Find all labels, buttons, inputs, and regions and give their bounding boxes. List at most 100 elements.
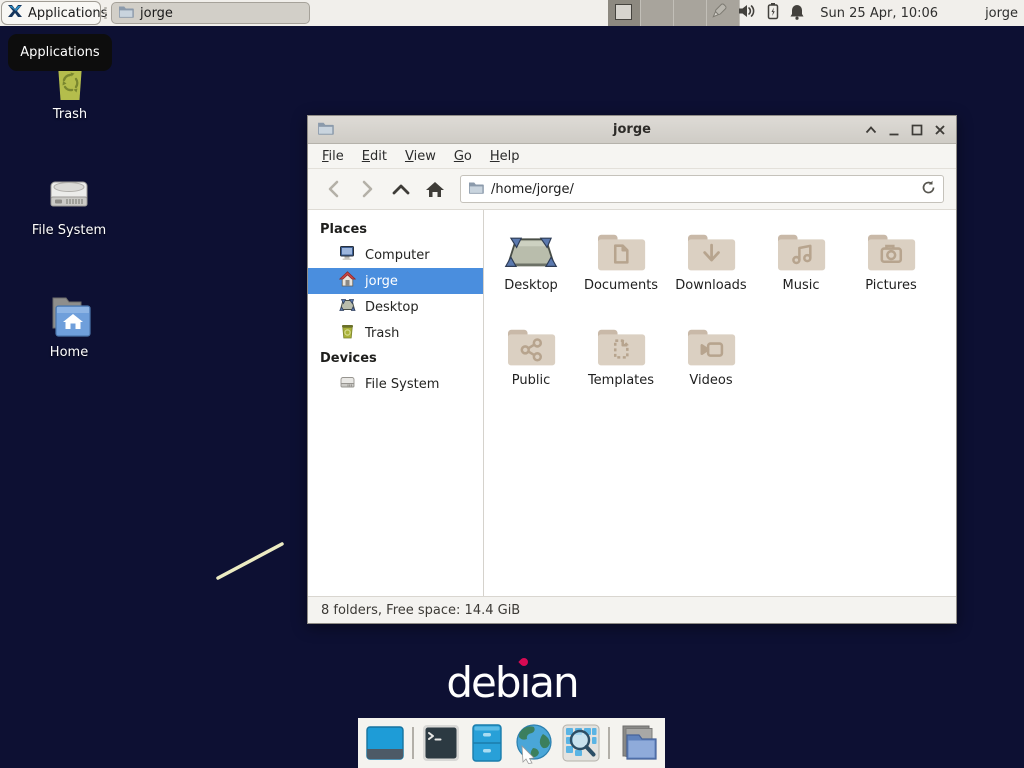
system-tray: Sun 25 Apr, 10:06 jorge xyxy=(709,0,1020,26)
workspace-1[interactable] xyxy=(608,0,641,26)
panel-clock[interactable]: Sun 25 Apr, 10:06 xyxy=(820,6,938,21)
file-item-label: Downloads xyxy=(666,278,756,293)
top-panel: Applications jorge xyxy=(0,0,1024,26)
dock-separator xyxy=(412,727,414,759)
file-item-label: Music xyxy=(756,278,846,293)
globe-browser-icon xyxy=(513,722,555,764)
debian-logo-i-swirl: ı xyxy=(520,658,530,707)
app-finder-button[interactable] xyxy=(560,722,601,764)
up-button[interactable] xyxy=(386,174,416,204)
terminal-icon xyxy=(421,723,461,763)
desktop-icon-label: File System xyxy=(27,223,111,238)
window-content: Places Computer xyxy=(308,210,956,596)
hard-drive-icon xyxy=(339,374,356,394)
file-view: Desktop Documents xyxy=(484,210,956,596)
folder-icon xyxy=(118,5,134,22)
documents-folder-icon xyxy=(593,229,649,275)
templates-folder-icon xyxy=(593,324,649,370)
file-item-label: Pictures xyxy=(846,278,936,293)
battery-icon[interactable] xyxy=(766,2,780,24)
file-manager-window: jorge File Edit View Go Help xyxy=(307,115,957,624)
home-icon xyxy=(339,271,356,291)
desktop-pad-icon xyxy=(339,297,356,317)
sidebar-item-trash[interactable]: Trash xyxy=(308,320,483,346)
close-button[interactable] xyxy=(928,119,951,141)
panel-username[interactable]: jorge xyxy=(985,6,1018,21)
hard-drive-icon xyxy=(27,170,111,218)
sidebar-item-label: Trash xyxy=(365,326,399,341)
volume-icon[interactable] xyxy=(738,3,757,23)
taskbar-window-button[interactable]: jorge xyxy=(111,2,310,24)
home-button[interactable] xyxy=(420,174,450,204)
terminal-button[interactable] xyxy=(421,722,462,764)
applications-tooltip: Applications xyxy=(8,34,112,71)
file-cabinet-icon xyxy=(467,723,507,763)
path-bar[interactable] xyxy=(460,175,944,203)
desktop-icon-file-system[interactable]: File System xyxy=(27,170,111,238)
sidebar-header-devices: Devices xyxy=(308,346,483,371)
applications-menu-button[interactable]: Applications xyxy=(1,1,101,25)
reload-icon[interactable] xyxy=(921,180,936,199)
sidebar-item-jorge[interactable]: jorge xyxy=(308,268,483,294)
shade-button[interactable] xyxy=(859,119,882,141)
debian-logo-text: an xyxy=(529,658,577,707)
desktop-icon-label: Home xyxy=(27,345,111,360)
menubar: File Edit View Go Help xyxy=(308,144,956,169)
statusbar-text: 8 folders, Free space: 14.4 GiB xyxy=(321,603,520,618)
menu-go[interactable]: Go xyxy=(445,146,481,167)
file-grid: Desktop Documents xyxy=(484,210,956,413)
file-item-desktop[interactable]: Desktop xyxy=(486,223,576,318)
forward-button[interactable] xyxy=(352,174,382,204)
menu-help[interactable]: Help xyxy=(481,146,529,167)
home-folder-icon xyxy=(27,294,111,340)
file-manager-button[interactable] xyxy=(467,722,508,764)
file-item-label: Documents xyxy=(576,278,666,293)
titlebar[interactable]: jorge xyxy=(308,116,956,144)
file-item-label: Desktop xyxy=(486,278,576,293)
show-desktop-icon xyxy=(365,723,405,763)
path-input[interactable] xyxy=(491,182,921,197)
minimize-button[interactable] xyxy=(882,119,905,141)
downloads-folder-icon xyxy=(683,229,739,275)
menu-view[interactable]: View xyxy=(396,146,445,167)
file-item-videos[interactable]: Videos xyxy=(666,318,756,413)
desktop-icon-home[interactable]: Home xyxy=(27,294,111,360)
sidebar-header-places: Places xyxy=(308,217,483,242)
file-item-label: Templates xyxy=(576,373,666,388)
menu-edit[interactable]: Edit xyxy=(353,146,396,167)
menu-file[interactable]: File xyxy=(313,146,353,167)
file-item-downloads[interactable]: Downloads xyxy=(666,223,756,318)
back-button[interactable] xyxy=(318,174,348,204)
pictures-folder-icon xyxy=(863,229,919,275)
desktop-scribble-line xyxy=(212,538,288,584)
file-item-label: Public xyxy=(486,373,576,388)
workspace-2[interactable] xyxy=(641,0,674,26)
maximize-button[interactable] xyxy=(905,119,928,141)
music-folder-icon xyxy=(773,229,829,275)
dock xyxy=(358,718,665,768)
debian-logo: debıan xyxy=(0,658,1024,707)
toolbar xyxy=(308,169,956,210)
sidebar-item-label: Desktop xyxy=(365,300,419,315)
sidebar-item-file-system[interactable]: File System xyxy=(308,371,483,397)
trash-icon xyxy=(339,323,356,343)
file-item-documents[interactable]: Documents xyxy=(576,223,666,318)
sidebar-item-desktop[interactable]: Desktop xyxy=(308,294,483,320)
notification-bell-icon[interactable] xyxy=(789,3,805,24)
workspace-3[interactable] xyxy=(674,0,707,26)
sidebar-item-label: jorge xyxy=(365,274,398,289)
file-item-public[interactable]: Public xyxy=(486,318,576,413)
sidebar: Places Computer xyxy=(308,210,484,596)
panel-grip[interactable] xyxy=(104,7,108,19)
file-item-music[interactable]: Music xyxy=(756,223,846,318)
path-folder-icon xyxy=(468,181,484,198)
window-controls xyxy=(859,116,951,144)
show-desktop-button[interactable] xyxy=(364,722,405,764)
file-item-pictures[interactable]: Pictures xyxy=(846,223,936,318)
sidebar-item-computer[interactable]: Computer xyxy=(308,242,483,268)
folder-shortcut-button[interactable] xyxy=(617,722,659,764)
file-item-label: Videos xyxy=(666,373,756,388)
stylus-icon[interactable] xyxy=(709,1,729,25)
web-browser-button[interactable] xyxy=(513,722,555,764)
file-item-templates[interactable]: Templates xyxy=(576,318,666,413)
